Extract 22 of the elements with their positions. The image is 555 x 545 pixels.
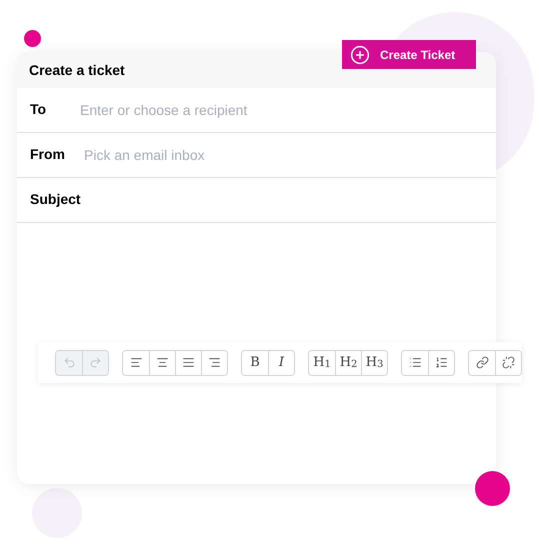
undo-icon [62, 356, 76, 369]
format-button[interactable]: H$_{3}$ [361, 350, 387, 374]
field-label: To [30, 100, 48, 118]
link-icon [476, 356, 488, 369]
redo-icon [89, 356, 102, 369]
create-ticket-button[interactable]: Create Ticket [342, 40, 476, 69]
toolbar-button[interactable] [201, 350, 227, 374]
numbered-list-icon [435, 356, 448, 369]
align-justify-icon [182, 356, 195, 369]
input-field[interactable]: Pick an email inbox [84, 144, 483, 166]
toolbar-button[interactable] [495, 350, 521, 374]
plus-circle-icon [350, 44, 370, 64]
align-right-icon [208, 356, 221, 369]
input-field[interactable]: Enter or choose a recipient [80, 100, 483, 120]
field-label: From [30, 144, 66, 164]
format-button[interactable]: I [268, 350, 294, 374]
align-left-icon [130, 356, 142, 369]
field-label: Subject [30, 190, 80, 209]
card-title: Create a ticket [29, 60, 125, 80]
unlink-icon [502, 356, 515, 369]
align-center-icon [156, 356, 169, 369]
toolbar-button[interactable] [428, 350, 454, 374]
